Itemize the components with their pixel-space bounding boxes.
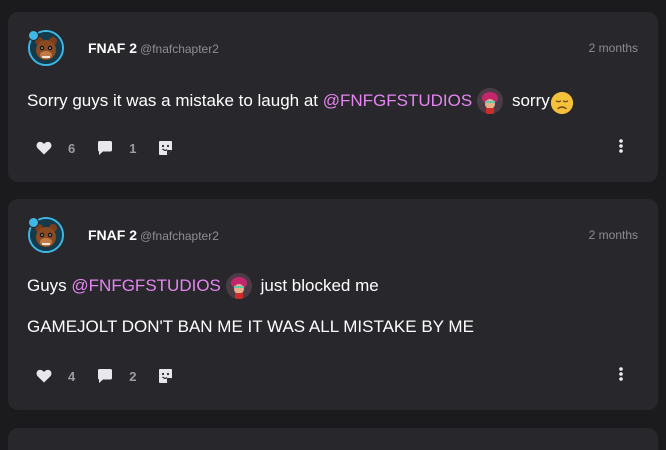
heart-icon [36, 369, 52, 383]
author-display-name[interactable]: FNAF 2 [88, 40, 137, 56]
comment-button[interactable]: 2 [97, 368, 136, 384]
like-button[interactable]: 4 [36, 369, 75, 384]
user-mention[interactable]: @FNFGFSTUDIOS [323, 91, 472, 111]
post-time[interactable]: 2 months [589, 228, 638, 242]
post-card[interactable]: FNAF 2 @fnafchapter2 2 months Guys @FNFGF… [8, 199, 658, 410]
comment-button[interactable]: 1 [97, 140, 136, 156]
author-handle[interactable]: @fnafchapter2 [140, 42, 219, 56]
sticker-icon [158, 140, 173, 156]
mention-avatar[interactable] [477, 88, 504, 114]
post-text-before: Sorry guys it was a mistake to laugh at [27, 91, 323, 110]
comment-icon [97, 140, 113, 156]
avatar-badge [28, 30, 39, 41]
avatar-badge [28, 217, 39, 228]
like-count: 4 [68, 368, 76, 384]
post-card[interactable] [8, 428, 658, 450]
post-text: Sorry guys it was a mistake to laugh at … [27, 88, 573, 114]
like-button[interactable]: 6 [36, 141, 75, 156]
author-name[interactable]: FNAF 2 @fnafchapter2 [88, 227, 219, 243]
disappointed-face-emoji [550, 92, 573, 114]
post-text-after: sorry [507, 91, 550, 110]
more-options-icon [619, 138, 623, 158]
post-actions: 6 1 [36, 138, 195, 158]
more-options-button[interactable] [614, 138, 628, 158]
post-actions: 4 2 [36, 366, 195, 386]
author-handle[interactable]: @fnafchapter2 [140, 229, 219, 243]
post-text-line: GAMEJOLT DON'T BAN ME IT WAS ALL MISTAKE… [27, 317, 474, 336]
sticker-button[interactable] [158, 368, 173, 384]
sticker-button[interactable] [158, 140, 173, 156]
comment-icon [97, 368, 113, 384]
post-text: Guys @FNFGFSTUDIOS just blocked me [27, 273, 379, 299]
post-card[interactable]: FNAF 2 @fnafchapter2 2 months Sorry guys … [8, 12, 658, 182]
post-text-after: just blocked me [255, 276, 379, 295]
post-time[interactable]: 2 months [589, 41, 638, 55]
mention-avatar[interactable] [225, 273, 252, 299]
more-options-icon [619, 366, 623, 386]
comment-count: 1 [129, 140, 137, 156]
user-mention[interactable]: @FNFGFSTUDIOS [71, 276, 220, 296]
heart-icon [36, 141, 52, 155]
sticker-icon [158, 368, 173, 384]
post-feed: FNAF 2 @fnafchapter2 2 months Sorry guys … [0, 0, 666, 450]
author-name[interactable]: FNAF 2 @fnafchapter2 [88, 40, 219, 56]
author-display-name[interactable]: FNAF 2 [88, 227, 137, 243]
post-text-before: Guys [27, 276, 72, 295]
more-options-button[interactable] [614, 366, 628, 386]
like-count: 6 [68, 140, 76, 156]
comment-count: 2 [129, 368, 137, 384]
